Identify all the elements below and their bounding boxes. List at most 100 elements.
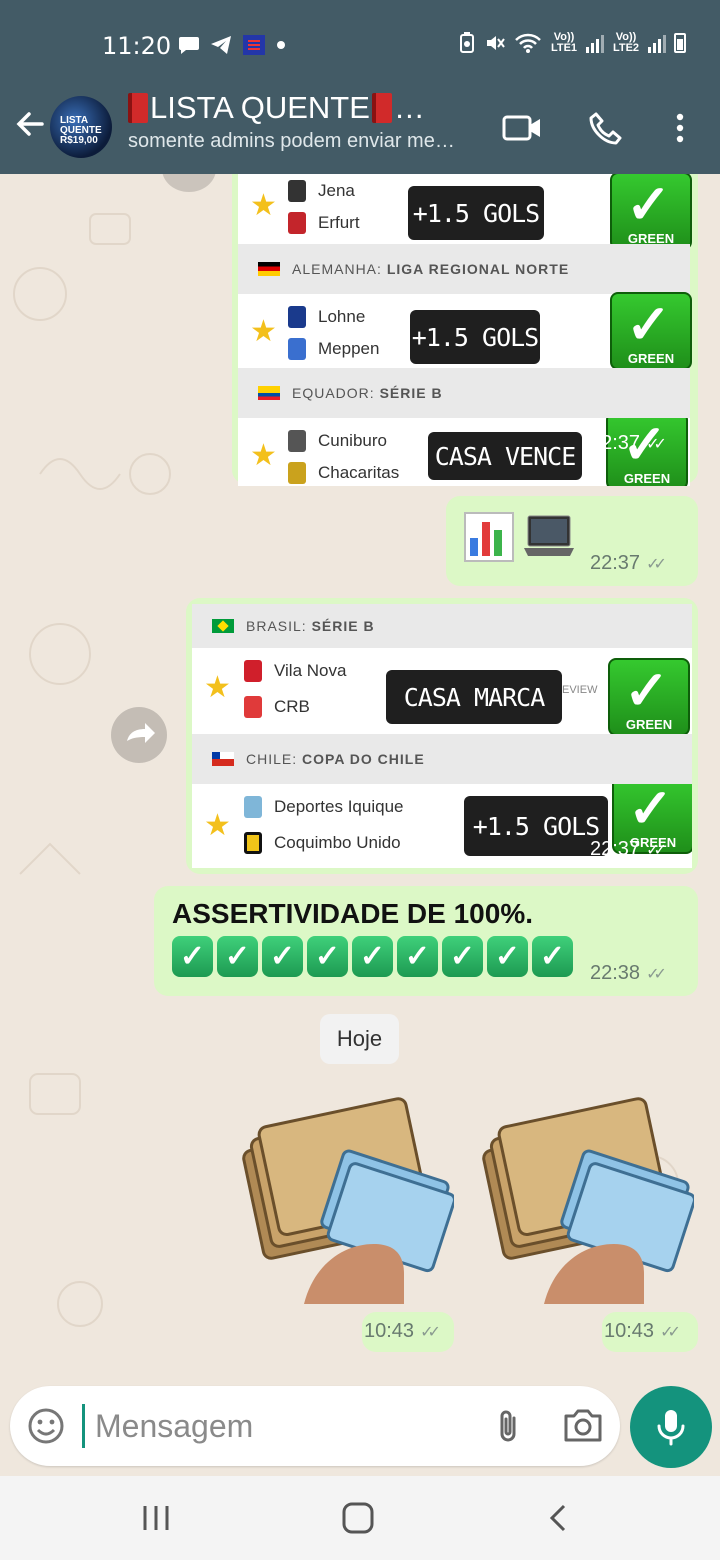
check-icon: ✓ — [628, 784, 674, 839]
battery-icon — [674, 33, 686, 53]
match-row: ★ Lohne Meppen +1.5 GOLS ✓ GREEN — [238, 292, 692, 370]
double-check-icon: ✓✓ — [646, 555, 667, 573]
crest-icon — [288, 212, 306, 234]
message-time-pill: 10:43 ✓✓ — [362, 1312, 454, 1352]
partial-review-text: EVIEW — [562, 684, 598, 696]
league-header: BRASIL: SÉRIE B — [192, 604, 692, 648]
chat-area[interactable]: ★ Jena Erfurt +1.5 GOLS ✓ GREEN ALEMANHA:… — [0, 174, 720, 1384]
message-time: 22:38 ✓✓ — [590, 962, 667, 984]
star-icon: ★ — [204, 671, 231, 704]
back-nav-button[interactable] — [540, 1500, 580, 1536]
voice-message-button[interactable] — [630, 1386, 712, 1468]
recents-icon — [143, 1506, 169, 1530]
header-titles[interactable]: LISTA QUENTE … somente admins podem envi… — [128, 90, 478, 153]
money-sticker[interactable] — [234, 1092, 454, 1304]
team-away: Chacaritas — [288, 462, 399, 484]
check-icon: ✓ — [624, 661, 670, 721]
team-away: Meppen — [288, 338, 379, 360]
recents-button[interactable] — [136, 1500, 176, 1536]
check-mark-emoji-icon: ✓ — [532, 936, 573, 977]
star-icon: ★ — [250, 439, 277, 472]
telegram-icon — [211, 36, 231, 54]
green-result-badge: ✓ GREEN — [610, 174, 692, 250]
match-row: ★ Vila Nova CRB EVIEW CASA MARCA ✓ GREEN — [192, 648, 692, 736]
microphone-icon — [657, 1410, 685, 1446]
forward-icon — [127, 723, 155, 743]
check-mark-emoji-icon: ✓ — [487, 936, 528, 977]
video-call-button[interactable] — [500, 106, 544, 150]
crest-icon — [288, 462, 306, 484]
crest-icon — [288, 338, 306, 360]
tip-label: +1.5 GOLS — [410, 310, 540, 364]
check-mark-emoji-icon: ✓ — [397, 936, 438, 977]
dot-icon — [277, 41, 285, 49]
message-composer — [10, 1386, 620, 1466]
more-vertical-icon — [676, 113, 684, 143]
red-book-icon — [371, 93, 392, 123]
check-icon: ✓ — [626, 295, 672, 355]
chat-header: LISTA QUENTE R$19,00 LISTA QUENTE … some… — [0, 88, 720, 174]
lte1-label: Vo)) LTE1 — [550, 31, 578, 54]
crest-icon — [288, 306, 306, 328]
message-bubble-emoji[interactable]: 22:37 ✓✓ — [446, 496, 698, 586]
check-mark-emoji-icon: ✓ — [442, 936, 483, 977]
app-notification-icon — [243, 35, 265, 55]
signal-2-icon — [648, 33, 666, 53]
money-sticker[interactable] — [474, 1092, 694, 1304]
message-bubble-card1[interactable]: ★ Jena Erfurt +1.5 GOLS ✓ GREEN ALEMANHA:… — [232, 174, 698, 486]
crest-icon — [244, 660, 262, 682]
more-options-button[interactable] — [658, 106, 702, 150]
system-icons: Vo)) LTE1 Vo)) LTE2 — [458, 32, 686, 54]
tip-label: +1.5 GOLS — [408, 186, 544, 240]
mute-icon — [487, 36, 505, 50]
message-input[interactable] — [82, 1404, 462, 1448]
video-camera-icon — [502, 115, 540, 141]
attach-button[interactable] — [488, 1406, 528, 1446]
team-away: Erfurt — [288, 212, 360, 234]
group-avatar[interactable]: LISTA QUENTE R$19,00 — [50, 96, 112, 158]
chile-flag-icon — [212, 752, 234, 766]
star-icon: ★ — [250, 189, 277, 222]
team-home: Cuniburo — [288, 430, 387, 452]
betting-card-2: BRASIL: SÉRIE B ★ Vila Nova CRB EVIEW CA… — [192, 604, 692, 868]
double-check-icon: ✓✓ — [646, 841, 667, 859]
team-home: Deportes Iquique — [244, 796, 403, 818]
status-bar: 11:20 Vo)) LTE1 Vo)) LTE2 — [0, 0, 720, 88]
emoji-button[interactable] — [26, 1406, 66, 1446]
check-mark-emoji-icon: ✓ — [172, 936, 213, 977]
team-home: Vila Nova — [244, 660, 346, 682]
camera-icon — [564, 1409, 602, 1442]
team-home: Lohne — [288, 306, 365, 328]
voice-call-button[interactable] — [584, 106, 628, 150]
bar-chart-emoji-icon — [464, 512, 514, 562]
message-time: 22:37 ✓✓ — [590, 432, 667, 454]
league-header: CHILE: COPA DO CHILE — [192, 734, 692, 784]
check-mark-emoji-icon: ✓ — [352, 936, 393, 977]
message-bubble-card2[interactable]: BRASIL: SÉRIE B ★ Vila Nova CRB EVIEW CA… — [186, 598, 698, 874]
home-button[interactable] — [338, 1500, 378, 1536]
team-away: Coquimbo Unido — [244, 832, 401, 854]
message-time: 10:43 ✓✓ — [604, 1320, 681, 1342]
crest-icon — [244, 832, 262, 854]
forward-button[interactable] — [111, 707, 167, 763]
signal-1-icon — [586, 33, 604, 53]
back-button[interactable] — [12, 106, 52, 146]
laptop-emoji-icon — [524, 515, 574, 556]
message-time: 22:37 ✓✓ — [590, 552, 667, 574]
double-check-icon: ✓✓ — [646, 435, 667, 453]
crest-icon — [244, 796, 262, 818]
arrow-left-icon — [16, 112, 44, 136]
chat-notification-icon — [179, 37, 199, 54]
crest-icon — [244, 696, 262, 718]
paperclip-icon — [500, 1410, 516, 1442]
check-mark-emoji-icon: ✓ — [307, 936, 348, 977]
message-text: ASSERTIVIDADE DE 100%. — [172, 898, 533, 929]
camera-button[interactable] — [562, 1406, 606, 1446]
match-row: ★ Jena Erfurt +1.5 GOLS ✓ GREEN — [238, 174, 692, 250]
league-header: ALEMANHA: LIGA REGIONAL NORTE — [238, 244, 690, 294]
group-title: LISTA QUENTE — [150, 90, 370, 125]
message-bubble-text[interactable]: ASSERTIVIDADE DE 100%. ✓ ✓ ✓ ✓ ✓ ✓ ✓ ✓ ✓… — [154, 886, 698, 996]
check-emoji-row: ✓ ✓ ✓ ✓ ✓ ✓ ✓ ✓ ✓ — [172, 936, 573, 977]
star-icon: ★ — [204, 809, 231, 842]
title-ellipsis: … — [393, 90, 425, 125]
